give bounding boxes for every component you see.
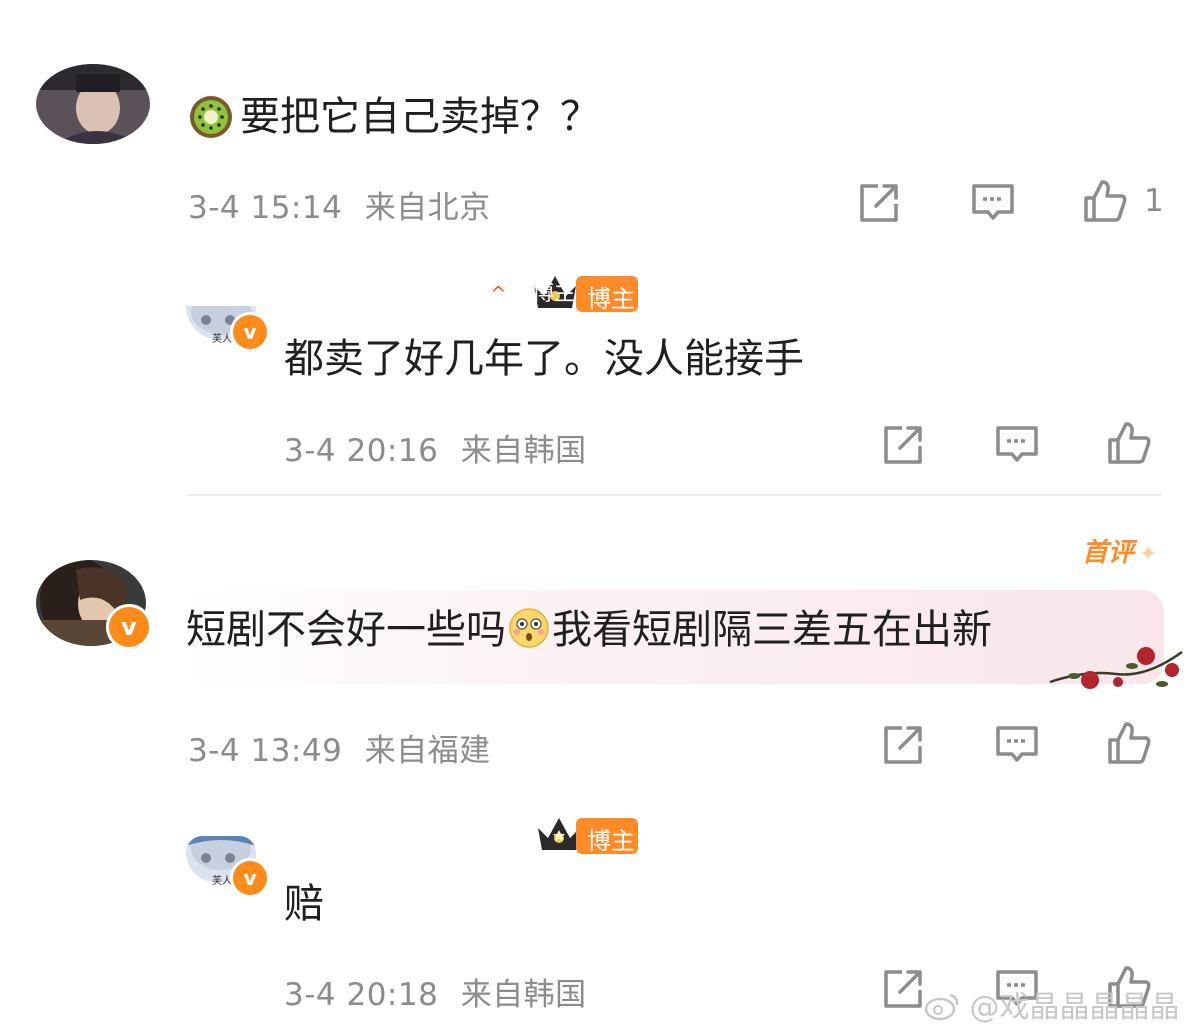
verified-badge: v bbox=[230, 312, 270, 352]
first-comment-label: 首评 bbox=[1082, 538, 1135, 568]
share-icon[interactable] bbox=[880, 722, 926, 768]
comment-text: 短剧不会好一些吗 我看短剧隔三差五在出新 bbox=[186, 606, 992, 654]
comment-time: 3-4 20:16 bbox=[284, 433, 439, 469]
comment-meta: 3-4 15:14 来自北京 bbox=[188, 182, 491, 227]
like-count: 1 bbox=[1144, 183, 1164, 219]
comment-time: 3-4 15:14 bbox=[188, 190, 343, 226]
blogger-badge-label: 博主 bbox=[587, 827, 635, 855]
comment-text-part: 我看短剧隔三差五在出新 bbox=[552, 607, 992, 653]
comment-icon[interactable] bbox=[994, 422, 1040, 468]
flushed-emoji bbox=[508, 607, 550, 649]
verified-badge: v bbox=[230, 858, 270, 898]
comment-meta: 3-4 20:18 来自韩国 bbox=[284, 969, 587, 1014]
comment-time: 3-4 20:18 bbox=[284, 977, 439, 1013]
comment-location: 来自福建 bbox=[364, 733, 491, 769]
comment-location: 来自北京 bbox=[364, 190, 491, 226]
like-icon[interactable] bbox=[1106, 420, 1152, 466]
rose-decoration bbox=[1046, 640, 1186, 696]
like-icon[interactable] bbox=[1106, 720, 1152, 766]
share-icon[interactable] bbox=[880, 966, 926, 1012]
blogger-badge-label: 博主 bbox=[587, 285, 635, 313]
avatar[interactable] bbox=[36, 64, 150, 144]
comment-location: 来自韩国 bbox=[460, 977, 587, 1013]
comment-text: 赔 bbox=[284, 881, 324, 927]
comment-icon[interactable] bbox=[994, 722, 1040, 768]
comment-text: 要把它自己卖掉？？ bbox=[240, 94, 600, 140]
share-icon[interactable] bbox=[880, 422, 926, 468]
weibo-logo-icon bbox=[924, 991, 960, 1021]
first-comment-tag: 首评 ✦ bbox=[1082, 532, 1158, 569]
comment-text-part: 短剧不会好一些吗 bbox=[186, 607, 506, 653]
blogger-badge: 博主 bbox=[532, 281, 577, 306]
kiwi-emoji bbox=[188, 94, 234, 140]
watermark-text: @戏晶晶晶晶晶 bbox=[969, 990, 1180, 1025]
comment-icon[interactable] bbox=[970, 180, 1016, 226]
comment-meta: 3-4 20:16 来自韩国 bbox=[284, 425, 587, 470]
comment-location: 来自韩国 bbox=[460, 433, 587, 469]
verified-badge: v bbox=[106, 604, 152, 650]
avatar-label: 芙人 bbox=[212, 334, 232, 345]
share-icon[interactable] bbox=[856, 180, 902, 226]
hidden-name-mark: ^ bbox=[490, 282, 507, 306]
comment-text: 都卖了好几年了。没人能接手 bbox=[284, 336, 804, 382]
sparkle-icon: ✦ bbox=[1139, 542, 1158, 567]
watermark: @戏晶晶晶晶晶 bbox=[924, 982, 1180, 1026]
avatar-label: 芙人 bbox=[212, 876, 232, 887]
comment-meta: 3-4 13:49 来自福建 bbox=[188, 725, 491, 770]
comment-time: 3-4 13:49 bbox=[188, 733, 343, 769]
like-icon[interactable] bbox=[1082, 178, 1128, 224]
divider bbox=[186, 494, 1162, 496]
